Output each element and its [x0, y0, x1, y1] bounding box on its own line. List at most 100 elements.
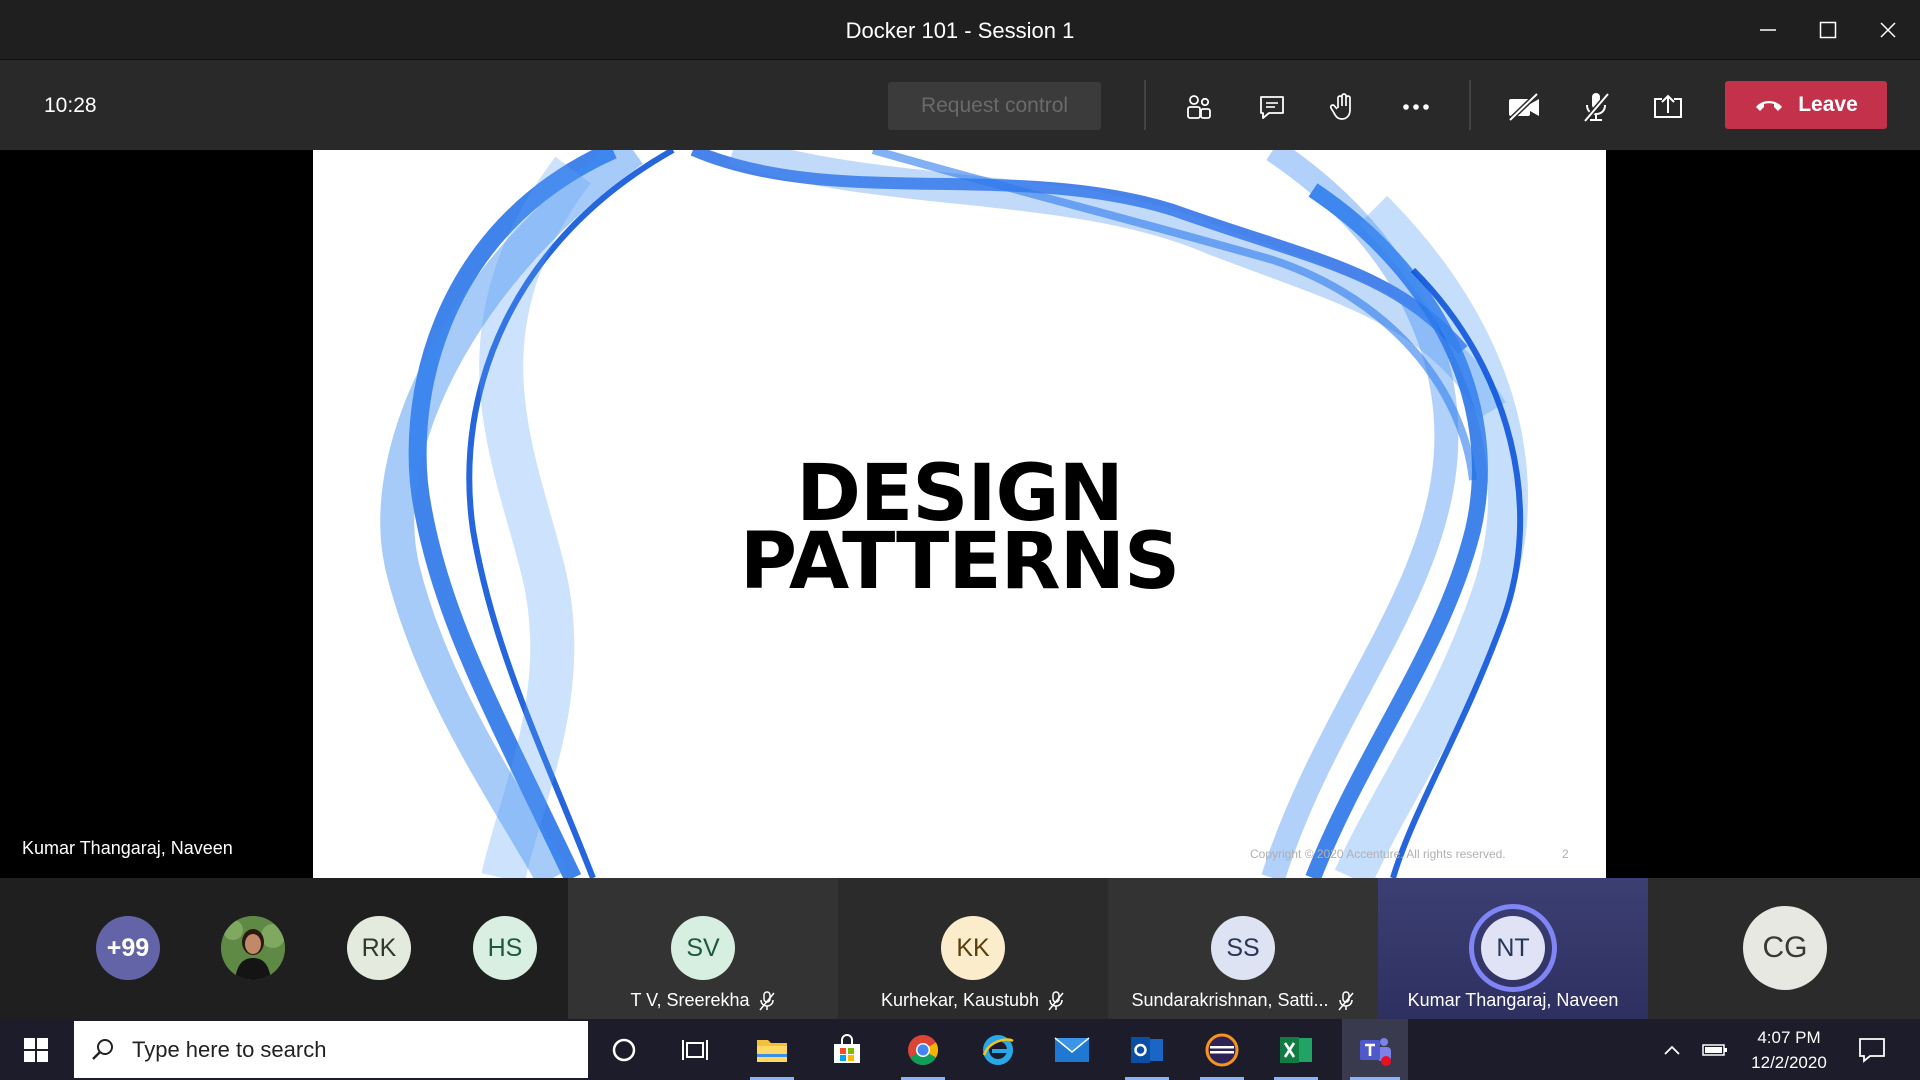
slide-title-line2: PATTERNS	[739, 517, 1180, 607]
participant-avatar: CG	[1743, 906, 1827, 990]
participant-tile[interactable]: SS Sundarakrishnan, Satti...	[1108, 878, 1378, 1019]
search-placeholder: Type here to search	[132, 1036, 327, 1062]
show-hidden-icons-button[interactable]	[1652, 1019, 1692, 1080]
outlook-icon	[1131, 1036, 1163, 1063]
clock-time: 4:07 PM	[1757, 1028, 1821, 1047]
cortana-button[interactable]	[594, 1019, 654, 1080]
windows-taskbar: Type here to search 4:07 PM 12/2/2020	[0, 1019, 1920, 1080]
maximize-icon	[1819, 21, 1837, 39]
toolbar-divider	[1144, 80, 1146, 130]
chat-icon	[1260, 96, 1284, 119]
leave-button[interactable]: Leave	[1725, 81, 1887, 129]
action-center-button[interactable]	[1842, 1019, 1902, 1080]
file-explorer-taskbar-button[interactable]	[742, 1019, 802, 1080]
meeting-timer: 10:28	[44, 94, 97, 117]
chevron-up-icon	[1664, 1045, 1680, 1055]
participants-icon	[1187, 95, 1211, 119]
battery-status-button[interactable]	[1694, 1019, 1736, 1080]
mic-muted-icon	[758, 991, 775, 1011]
minimize-icon	[1760, 29, 1776, 31]
store-bag-icon	[834, 1033, 860, 1063]
participant-name: Sundarakrishnan, Satti...	[1131, 990, 1329, 1010]
presenter-name-label: Kumar Thangaraj, Naveen	[22, 838, 233, 858]
close-button[interactable]	[1870, 12, 1906, 48]
participants-strip: +99 RK HS SV T V, Sreerekha KK Kurhekar,…	[0, 878, 1920, 1019]
mic-muted-icon	[1048, 991, 1064, 1011]
taskbar-search-box[interactable]: Type here to search	[74, 1021, 588, 1078]
person-photo-icon	[221, 916, 285, 980]
task-view-button[interactable]	[666, 1019, 726, 1080]
start-button[interactable]	[6, 1019, 66, 1080]
eclipse-icon	[1205, 1033, 1239, 1066]
participant-avatar[interactable]: RK	[347, 916, 411, 980]
internet-explorer-icon	[982, 1034, 1014, 1065]
chrome-taskbar-button[interactable]	[893, 1019, 953, 1080]
search-icon	[92, 1038, 113, 1060]
teams-icon	[1360, 1037, 1391, 1066]
participant-tile[interactable]: SV T V, Sreerekha	[568, 878, 838, 1019]
leave-label: Leave	[1798, 93, 1858, 116]
mic-muted-icon	[1337, 991, 1354, 1011]
participant-tile-active-speaker[interactable]: NT Kumar Thangaraj, Naveen	[1378, 878, 1648, 1019]
participant-avatar: SV	[671, 916, 735, 980]
participant-avatar: NT	[1481, 916, 1545, 980]
system-clock[interactable]: 4:07 PM 12/2/2020	[1740, 1025, 1838, 1075]
participant-avatar: SS	[1211, 916, 1275, 980]
more-icon	[1403, 104, 1429, 110]
teams-taskbar-button[interactable]	[1342, 1019, 1408, 1080]
slide-page-number: 2	[1562, 847, 1569, 861]
mail-icon	[1054, 1036, 1090, 1062]
close-icon	[1880, 22, 1896, 38]
shared-content-stage: DESIGN PATTERNS Copyright © 2020 Accentu…	[0, 150, 1920, 878]
hang-up-icon	[1756, 101, 1783, 111]
chrome-icon	[908, 1034, 939, 1065]
mic-toggle-button[interactable]	[1574, 85, 1618, 129]
notification-icon	[1859, 1037, 1885, 1063]
participant-name-row: T V, Sreerekha	[568, 990, 838, 1011]
mail-taskbar-button[interactable]	[1042, 1019, 1102, 1080]
windows-logo-icon	[24, 1037, 48, 1062]
slide-title: DESIGN PATTERNS	[313, 455, 1606, 607]
participant-name-row: Sundarakrishnan, Satti...	[1108, 990, 1378, 1011]
overflow-participants-avatar[interactable]: +99	[96, 916, 160, 980]
participant-tile[interactable]: CG	[1648, 878, 1920, 1019]
participant-name: Kumar Thangaraj, Naveen	[1407, 990, 1619, 1010]
share-screen-button[interactable]	[1646, 85, 1690, 129]
excel-taskbar-button[interactable]	[1266, 1019, 1326, 1080]
raise-hand-button[interactable]	[1321, 85, 1365, 129]
camera-off-icon	[1508, 92, 1539, 122]
excel-icon	[1280, 1036, 1312, 1063]
mic-off-icon	[1583, 92, 1610, 123]
meeting-toolbar: 10:28 Request control Leave	[0, 60, 1920, 150]
participant-name-row: Kurhekar, Kaustubh	[838, 990, 1108, 1011]
participant-name: Kurhekar, Kaustubh	[880, 990, 1040, 1010]
outlook-taskbar-button[interactable]	[1117, 1019, 1177, 1080]
store-taskbar-button[interactable]	[817, 1019, 877, 1080]
participant-name: T V, Sreerekha	[630, 990, 750, 1010]
task-view-icon	[682, 1039, 708, 1060]
toolbar-divider	[1469, 80, 1471, 130]
title-bar: Docker 101 - Session 1	[0, 0, 1920, 60]
chat-button[interactable]	[1250, 85, 1294, 129]
participants-button[interactable]	[1177, 85, 1221, 129]
share-screen-icon	[1654, 94, 1682, 118]
camera-toggle-button[interactable]	[1502, 85, 1546, 129]
minimize-button[interactable]	[1750, 12, 1786, 48]
maximize-button[interactable]	[1810, 12, 1846, 48]
participant-avatar[interactable]: HS	[473, 916, 537, 980]
cortana-icon	[612, 1038, 636, 1061]
participant-tile[interactable]: KK Kurhekar, Kaustubh	[838, 878, 1108, 1019]
clock-date: 12/2/2020	[1751, 1053, 1827, 1072]
folder-icon	[757, 1039, 787, 1062]
battery-icon	[1702, 1043, 1727, 1056]
request-control-button[interactable]: Request control	[888, 82, 1101, 130]
presentation-slide: DESIGN PATTERNS Copyright © 2020 Accentu…	[313, 150, 1606, 878]
participant-photo-avatar[interactable]	[221, 916, 285, 980]
raise-hand-icon	[1329, 93, 1351, 120]
participant-avatar: KK	[941, 916, 1005, 980]
eclipse-taskbar-button[interactable]	[1192, 1019, 1252, 1080]
window-title: Docker 101 - Session 1	[845, 18, 1075, 43]
edge-taskbar-button[interactable]	[968, 1019, 1028, 1080]
slide-copyright: Copyright © 2020 Accenture. All rights r…	[1250, 847, 1506, 861]
more-options-button[interactable]	[1394, 85, 1438, 129]
